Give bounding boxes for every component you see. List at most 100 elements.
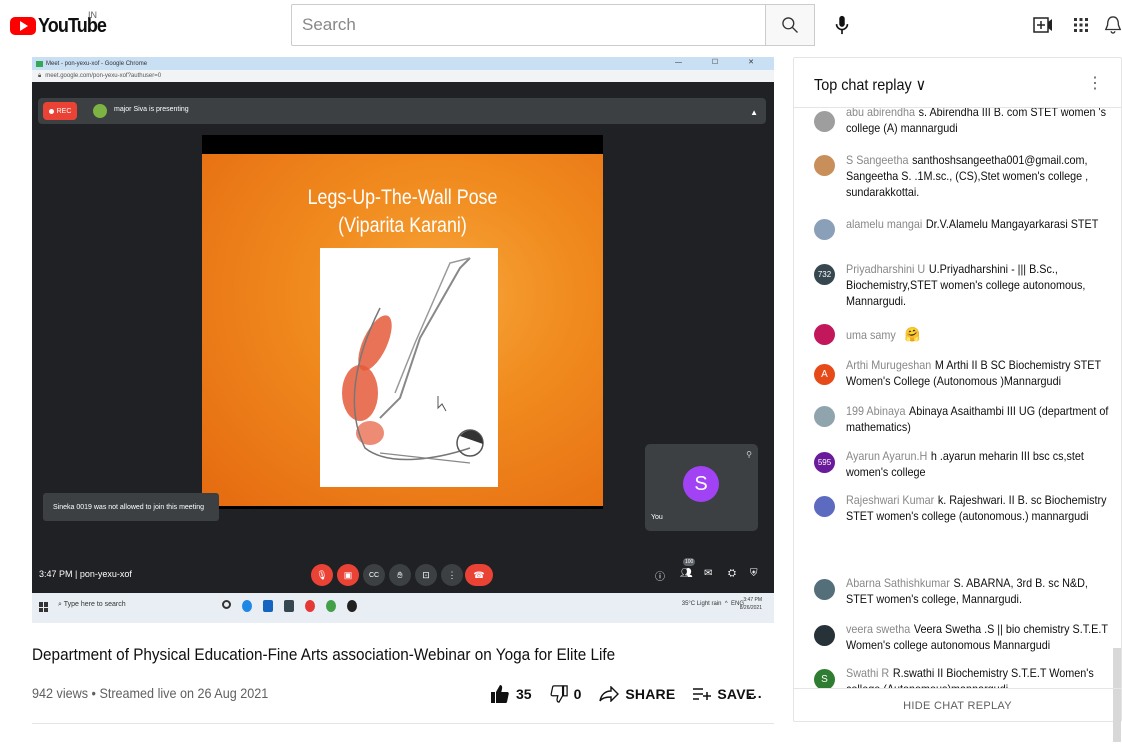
chat-avatar[interactable] — [814, 625, 835, 646]
bell-icon — [1104, 16, 1122, 34]
chevron-down-icon: ∨ — [915, 77, 927, 94]
dislike-button[interactable]: 0 — [550, 685, 581, 703]
chat-author: Priyadharshini U — [846, 262, 926, 276]
task-view-icon[interactable] — [222, 600, 231, 609]
chat-message-body: Abarna Sathishkumar S. ABARNA, 3rd B. sc … — [846, 575, 1116, 607]
chat-author: Abarna Sathishkumar — [846, 576, 950, 590]
window-controls: — ☐ ✕ — [674, 59, 768, 66]
create-button[interactable] — [1030, 12, 1056, 38]
divider — [32, 723, 774, 724]
host-controls-icon[interactable]: ⛨ — [750, 568, 758, 579]
self-video-tile: ⚲ S You — [645, 444, 758, 531]
region-code: IN — [88, 10, 97, 20]
chat-message-body: 199 Abinaya Abinaya Asaithambi III UG (de… — [846, 403, 1116, 435]
taskbar-search[interactable]: ⌕ Type here to search — [58, 601, 126, 609]
share-button[interactable]: SHARE — [599, 686, 675, 702]
meet-control-bar: 3:47 PM | pon-yexu-xof 🎙︎ ▣ CC ✋︎ ⊡ ⋮ ☎︎… — [32, 557, 774, 593]
rec-label: REC — [56, 107, 72, 115]
captions-button[interactable]: CC — [363, 564, 385, 586]
windows-start-icon[interactable] — [39, 602, 49, 612]
people-icon[interactable]: 👥︎ — [680, 568, 693, 579]
chat-message-body: abu abirendha s. Abirendha III B. com STE… — [846, 108, 1116, 136]
chat-avatar[interactable]: 732 — [814, 264, 835, 285]
video-views-date: 942 views • Streamed live on 26 Aug 2021 — [32, 685, 269, 701]
present-icon: ⊡ — [422, 569, 430, 580]
chat-avatar[interactable] — [814, 579, 835, 600]
chat-mode-dropdown[interactable]: Top chat replay ∨ — [814, 75, 926, 95]
meet-tab-icon — [36, 60, 43, 67]
chat-message-body: Ayarun Ayarun.H h .ayarun meharin III bsc… — [846, 448, 1116, 480]
hide-chat-replay-button[interactable]: HIDE CHAT REPLAY — [794, 688, 1121, 722]
store-icon[interactable] — [284, 600, 294, 612]
notifications-button[interactable] — [1104, 12, 1122, 38]
app-icon[interactable] — [347, 600, 357, 612]
participant-count-badge: 100 — [683, 558, 696, 566]
info-icon[interactable]: ⓘ — [655, 568, 665, 583]
apps-grid-icon — [1074, 18, 1088, 32]
chat-avatar[interactable]: 595 — [814, 452, 835, 473]
chat-mode-label: Top chat replay — [814, 77, 912, 94]
like-count: 35 — [516, 686, 532, 702]
mail-icon[interactable] — [263, 600, 273, 612]
chrome-icon-2[interactable] — [326, 600, 336, 612]
chat-avatar[interactable] — [814, 406, 835, 427]
chrome-window-title: Meet - pon-yexu-xof - Google Chrome — [46, 60, 148, 67]
chat-avatar[interactable] — [814, 324, 835, 345]
raise-hand-button[interactable]: ✋︎ — [389, 564, 411, 586]
lock-icon: 🔒︎ — [38, 72, 42, 79]
chat-message-body: Swathi R R.swathi II Biochemistry S.T.E.T… — [846, 665, 1116, 688]
chat-message-list: abu abirendha s. Abirendha III B. com STE… — [794, 108, 1121, 688]
apps-button[interactable] — [1068, 12, 1094, 38]
present-button[interactable]: ⊡ — [415, 564, 437, 586]
chat-more-icon[interactable]: ⋮ — [1087, 73, 1103, 93]
like-button[interactable]: 35 — [490, 684, 532, 704]
hang-up-icon: ☎︎ — [473, 569, 485, 580]
video-title: Department of Physical Education-Fine Ar… — [32, 645, 616, 664]
chat-author: alamelu mangai — [846, 217, 923, 231]
search-input[interactable] — [292, 5, 765, 45]
weather-text: 35°C Light rain — [681, 601, 722, 607]
chat-avatar[interactable] — [814, 111, 835, 132]
camera-off-button[interactable]: ▣ — [337, 564, 359, 586]
chat-icon[interactable]: ✉︎ — [704, 568, 712, 579]
join-denied-toast: Sineka 0019 was not allowed to join this… — [43, 493, 219, 521]
chat-message-body: uma samy 🤗 — [846, 326, 1116, 343]
address-url: meet.google.com/pon-yexu-xof?authuser=0 — [45, 73, 162, 79]
hang-up-button[interactable]: ☎︎ — [465, 564, 493, 586]
slide-title-line-2: (Viparita Karani) — [338, 214, 467, 237]
chat-avatar[interactable]: A — [814, 364, 835, 385]
taskbar-clock: 3:47 PM 8/26/2021 — [740, 596, 762, 612]
chat-message-body: Arthi Murugeshan M Arthi II B SC Biochemi… — [846, 357, 1116, 389]
activities-icon[interactable]: ⛭ — [728, 568, 736, 579]
meet-area: REC major Siva is presenting ▲ Legs-Up-T… — [32, 82, 774, 593]
captions-icon: CC — [368, 571, 380, 579]
hug-emoji-icon: 🤗 — [904, 326, 921, 342]
chat-avatar[interactable] — [814, 219, 835, 240]
video-player[interactable]: Meet - pon-yexu-xof - Google Chrome — ☐ … — [32, 57, 774, 623]
search-button[interactable] — [765, 4, 815, 46]
pin-icon[interactable]: ⚲ — [746, 450, 752, 459]
chat-avatar[interactable] — [814, 155, 835, 176]
chat-avatar[interactable]: S — [814, 669, 835, 688]
save-button[interactable]: SAVE — [693, 686, 755, 702]
chat-message-body: veera swetha Veera Swetha .S || bio chemi… — [846, 621, 1116, 653]
more-options-button[interactable]: ⋮ — [441, 564, 463, 586]
taskbar-apps — [222, 600, 357, 612]
edge-icon[interactable] — [242, 600, 252, 612]
mic-off-button[interactable]: 🎙︎ — [311, 564, 333, 586]
chat-replay-panel: Top chat replay ∨ ⋮ abu abirendha s. Abir… — [793, 57, 1122, 742]
windows-taskbar: ⌕ Type here to search 35°C Light rain ^ … — [32, 593, 774, 623]
chrome-title-bar: Meet - pon-yexu-xof - Google Chrome — ☐ … — [32, 57, 774, 70]
chat-avatar[interactable] — [814, 496, 835, 517]
more-vert-icon: ⋮ — [447, 569, 457, 580]
chat-author: abu abirendha — [846, 108, 916, 119]
voice-search-button[interactable] — [825, 8, 859, 42]
more-actions-button[interactable]: ... — [748, 685, 763, 701]
chat-header: Top chat replay ∨ ⋮ — [794, 58, 1121, 108]
address-bar: 🔒︎ meet.google.com/pon-yexu-xof?authuser… — [32, 70, 774, 82]
chrome-icon-1[interactable] — [305, 600, 315, 612]
share-label: SHARE — [625, 686, 676, 702]
chat-message-body: S Sangeetha santhoshsangeetha001@gmail.co… — [846, 152, 1116, 200]
chat-author: Rajeshwari Kumar — [846, 493, 935, 507]
youtube-logo[interactable]: YouTube — [10, 14, 114, 38]
